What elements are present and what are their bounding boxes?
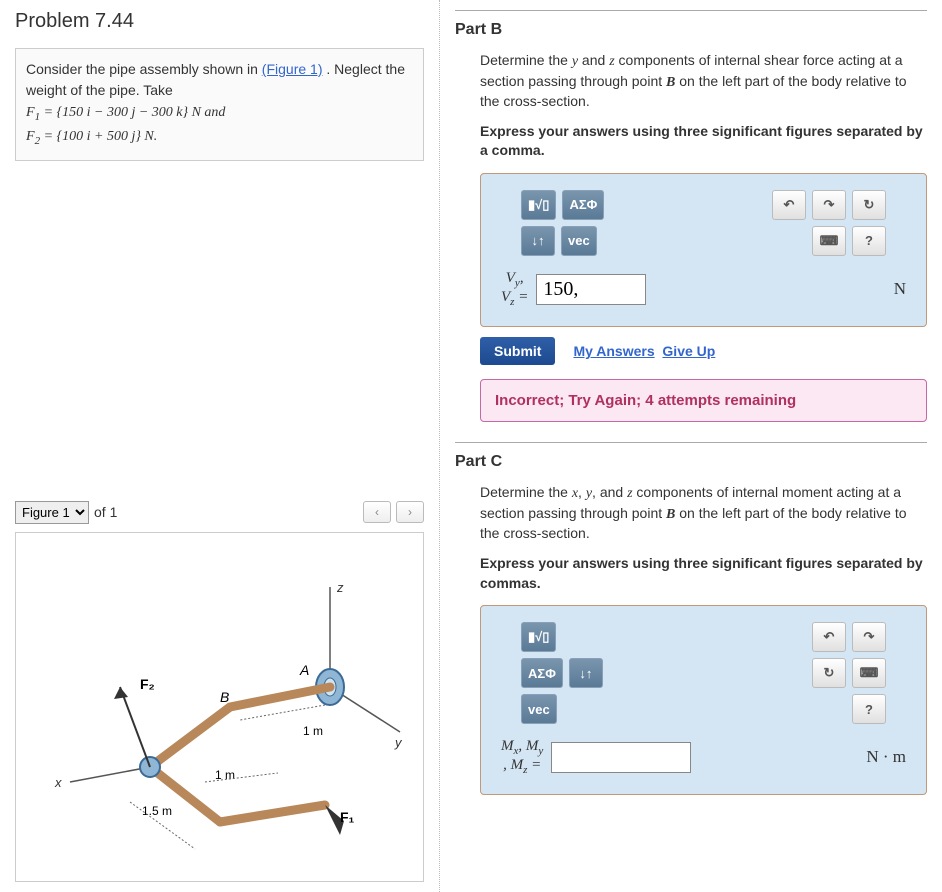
part-c-instr: Express your answers using three signifi…	[455, 554, 927, 593]
reset-button[interactable]: ↻	[852, 190, 886, 220]
figure-select[interactable]: Figure 1	[15, 501, 89, 524]
undo-button[interactable]: ↶	[772, 190, 806, 220]
symbols-button[interactable]: ΑΣΦ	[562, 190, 604, 220]
part-b-feedback: Incorrect; Try Again; 4 attempts remaini…	[480, 379, 927, 422]
keyboard-button[interactable]: ⌨	[852, 658, 886, 688]
label-F2: F₂	[140, 676, 155, 692]
redo-button[interactable]: ↷	[812, 190, 846, 220]
subscript-button[interactable]: ↓↑	[521, 226, 555, 256]
symbols-button[interactable]: ΑΣΦ	[521, 658, 563, 688]
part-b-var-label: Vy,Vz =	[501, 270, 528, 308]
template-button[interactable]: ▮√▯	[521, 190, 556, 220]
pipe-assembly-figure: z y x A B F₂ F₁ 1 m 1 m	[30, 557, 410, 857]
axis-x-label: x	[54, 775, 62, 790]
vec-button[interactable]: vec	[561, 226, 597, 256]
part-b-title: Part B	[455, 21, 927, 39]
part-c-answer-box: ▮√▯ ↶ ↷ ΑΣΦ ↓↑ ↻ ⌨ vec ?	[480, 605, 927, 795]
axis-z-label: z	[336, 580, 344, 595]
axis-y-label: y	[394, 735, 403, 750]
label-A: A	[299, 662, 309, 678]
keyboard-button[interactable]: ⌨	[812, 226, 846, 256]
dim-15m: 1.5 m	[142, 804, 172, 818]
part-c-unit: N · m	[866, 747, 906, 767]
intro-text-pre: Consider the pipe assembly shown in	[26, 61, 262, 77]
part-c-var-label: Mx, My, Mz =	[501, 738, 543, 776]
template-button[interactable]: ▮√▯	[521, 622, 556, 652]
undo-button[interactable]: ↶	[812, 622, 846, 652]
subscript-button[interactable]: ↓↑	[569, 658, 603, 688]
part-b-desc: Determine the y and z components of inte…	[455, 51, 927, 112]
figure-next-button[interactable]: ›	[396, 501, 424, 523]
figure-count: of 1	[94, 504, 117, 520]
part-c-title: Part C	[455, 453, 927, 471]
force2: F2 = {100 i + 500 j} N.	[26, 129, 157, 144]
part-b-answer-box: ▮√▯ ΑΣΦ ↶ ↷ ↻ ↓↑ vec ⌨ ? Vy,Vz =	[480, 173, 927, 327]
figure-header: Figure 1 of 1 ‹ ›	[15, 501, 424, 524]
label-B: B	[220, 689, 229, 705]
figure-link[interactable]: (Figure 1)	[262, 61, 323, 77]
part-c-desc: Determine the x, y, and z components of …	[455, 483, 927, 544]
dim-1m-a: 1 m	[303, 724, 323, 738]
part-b: Part B Determine the y and z components …	[455, 10, 927, 422]
figure-viewport: z y x A B F₂ F₁ 1 m 1 m	[15, 532, 424, 882]
part-b-instr: Express your answers using three signifi…	[455, 122, 927, 161]
reset-button[interactable]: ↻	[812, 658, 846, 688]
give-up-link[interactable]: Give Up	[662, 343, 715, 359]
redo-button[interactable]: ↷	[852, 622, 886, 652]
force1: F1 = {150 i − 300 j − 300 k} N and	[26, 105, 225, 120]
part-b-unit: N	[894, 279, 906, 299]
figure-prev-button[interactable]: ‹	[363, 501, 391, 523]
part-b-input[interactable]	[536, 274, 646, 305]
vec-button[interactable]: vec	[521, 694, 557, 724]
part-c: Part C Determine the x, y, and z compone…	[455, 442, 927, 795]
help-button[interactable]: ?	[852, 694, 886, 724]
problem-statement: Consider the pipe assembly shown in (Fig…	[15, 48, 424, 161]
part-c-input[interactable]	[551, 742, 691, 773]
part-b-submit-button[interactable]: Submit	[480, 337, 555, 365]
help-button[interactable]: ?	[852, 226, 886, 256]
my-answers-link[interactable]: My Answers	[573, 343, 654, 359]
label-F1: F₁	[340, 809, 355, 825]
problem-title: Problem 7.44	[15, 10, 424, 33]
